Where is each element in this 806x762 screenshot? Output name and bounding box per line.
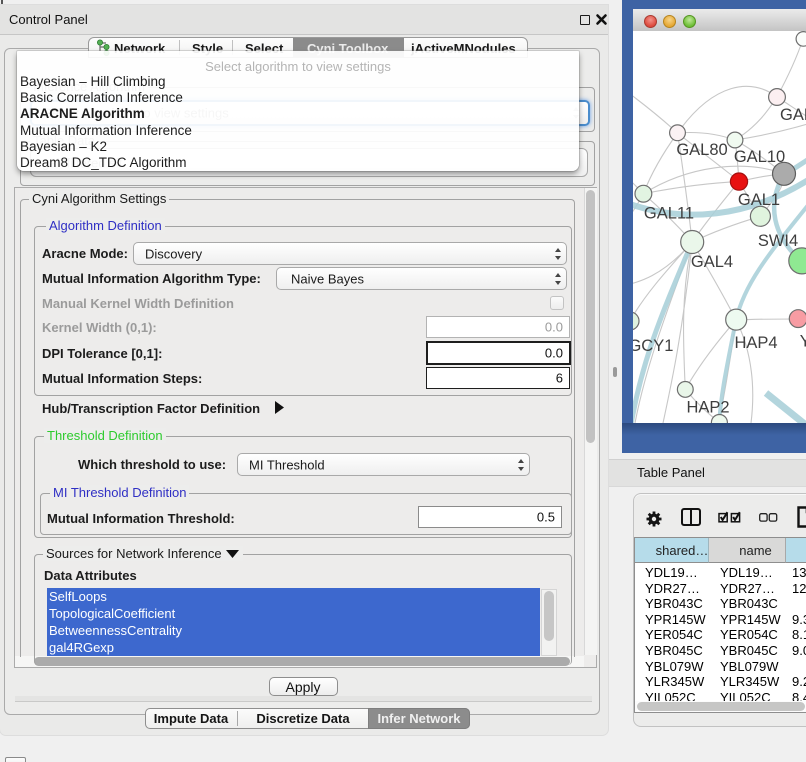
- svg-text:GAL4: GAL4: [691, 253, 733, 271]
- svg-text:GAL1: GAL1: [738, 191, 780, 209]
- svg-text:GCY1: GCY1: [633, 337, 673, 355]
- svg-text:GAL80: GAL80: [676, 141, 727, 159]
- svg-text:SWI4: SWI4: [758, 232, 798, 250]
- svg-text:HAP2: HAP2: [686, 399, 729, 417]
- svg-text:GAL10: GAL10: [734, 148, 785, 166]
- svg-text:GAL11: GAL11: [644, 205, 694, 223]
- svg-text:Y: Y: [800, 333, 806, 351]
- svg-text:GAL: GAL: [780, 106, 806, 124]
- svg-text:HAP4: HAP4: [734, 334, 777, 352]
